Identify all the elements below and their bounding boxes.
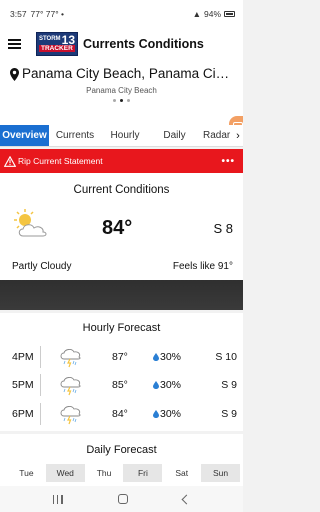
thunderstorm-icon	[60, 349, 81, 368]
battery-percent: 94%	[203, 8, 221, 19]
system-nav-bar	[0, 486, 243, 512]
current-wind: S 8	[213, 221, 233, 236]
current-conditions-card: Current Conditions 84° S 8 Partly Cloudy…	[0, 173, 243, 280]
raindrop-icon	[153, 410, 159, 418]
logo-number: 13	[61, 32, 75, 47]
location-name[interactable]: Panama City Beach, Panama City Beach	[22, 66, 232, 81]
hourly-forecast-card[interactable]: Hourly Forecast 4PM 87° 30% S 10 5PM 85°…	[0, 313, 243, 431]
page-title: Currents Conditions	[83, 36, 204, 51]
day-label[interactable]: Fri	[123, 464, 163, 482]
status-bar: 3:57 77° 77° • ▲ 94%	[0, 0, 243, 27]
day-label[interactable]: Sat	[162, 464, 201, 482]
hour-wind: S 9	[221, 408, 237, 420]
hour-time: 4PM	[12, 351, 34, 363]
daily-days-row: Tue Wed Thu Fri Sat Sun	[7, 464, 240, 482]
back-icon[interactable]	[181, 494, 192, 504]
divider	[40, 346, 41, 368]
hour-precip: 30%	[160, 408, 182, 420]
menu-icon[interactable]	[8, 38, 21, 49]
logo-top-text: STORM	[39, 35, 61, 42]
signal-icon: ▲	[192, 8, 201, 19]
battery-icon	[224, 10, 235, 17]
ad-banner[interactable]	[0, 280, 243, 310]
day-label[interactable]: Thu	[85, 464, 124, 482]
tab-bar: Overview Currents Hourly Daily Radar ›	[0, 125, 243, 147]
hour-precip: 30%	[160, 379, 182, 391]
current-condition-text: Partly Cloudy	[12, 261, 72, 272]
thunderstorm-icon	[60, 377, 81, 396]
location-selector[interactable]: Panama City Beach, Panama City Beach Pan…	[0, 60, 243, 134]
hourly-row: 5PM 85° 30% S 9	[0, 372, 243, 398]
page-indicator	[0, 99, 243, 102]
current-temperature: 84°	[102, 217, 133, 239]
hour-wind: S 10	[215, 351, 237, 363]
hour-time: 5PM	[12, 379, 34, 391]
day-label[interactable]: Tue	[7, 464, 46, 482]
tab-daily[interactable]: Daily	[149, 125, 200, 146]
daily-forecast-title: Daily Forecast	[86, 444, 157, 456]
divider	[40, 374, 41, 396]
hourly-row: 6PM 84° 30% S 9	[0, 401, 243, 427]
status-weather-icons: 77° 77° •	[30, 8, 64, 19]
alert-text: Rip Current Statement	[18, 156, 103, 166]
raindrop-icon	[153, 381, 159, 389]
divider	[40, 403, 41, 425]
tab-hourly[interactable]: Hourly	[101, 125, 149, 146]
raindrop-icon	[153, 353, 159, 361]
location-subtitle: Panama City Beach	[86, 86, 157, 95]
storm-tracker-logo: STORM TRACKER 13	[36, 31, 78, 56]
day-label[interactable]: Wed	[45, 464, 85, 482]
recents-icon[interactable]	[52, 494, 63, 504]
current-conditions-title: Current Conditions	[73, 184, 170, 196]
home-icon[interactable]	[117, 494, 128, 504]
hour-temp: 87°	[112, 351, 128, 363]
hourly-row: 4PM 87° 30% S 10	[0, 344, 243, 370]
tab-radar[interactable]: Radar	[200, 125, 233, 146]
daily-forecast-card[interactable]: Daily Forecast Tue Wed Thu Fri Sat Sun	[0, 434, 243, 486]
location-pin-icon	[10, 68, 19, 81]
hour-precip: 30%	[160, 351, 182, 363]
chevron-right-icon[interactable]: ›	[233, 125, 243, 146]
feels-like-text: Feels like 91°	[172, 261, 233, 272]
warning-icon	[4, 155, 16, 167]
day-label[interactable]: Sun	[201, 464, 240, 482]
tab-overview[interactable]: Overview	[0, 125, 49, 146]
app-bar: STORM TRACKER 13 Currents Conditions	[0, 27, 243, 60]
hour-wind: S 9	[221, 379, 237, 391]
hour-temp: 85°	[112, 379, 128, 391]
hourly-forecast-title: Hourly Forecast	[82, 322, 161, 334]
hour-temp: 84°	[112, 408, 128, 420]
alert-banner[interactable]: Rip Current Statement •••	[0, 149, 243, 173]
more-icon[interactable]: •••	[221, 156, 235, 167]
status-time: 3:57	[10, 8, 27, 19]
page-dot-active	[120, 99, 123, 102]
tab-currents[interactable]: Currents	[49, 125, 101, 146]
partly-cloudy-icon	[14, 209, 47, 237]
page-dot	[127, 99, 130, 102]
page-dot	[113, 99, 116, 102]
thunderstorm-icon	[60, 406, 81, 425]
hour-time: 6PM	[12, 408, 34, 420]
